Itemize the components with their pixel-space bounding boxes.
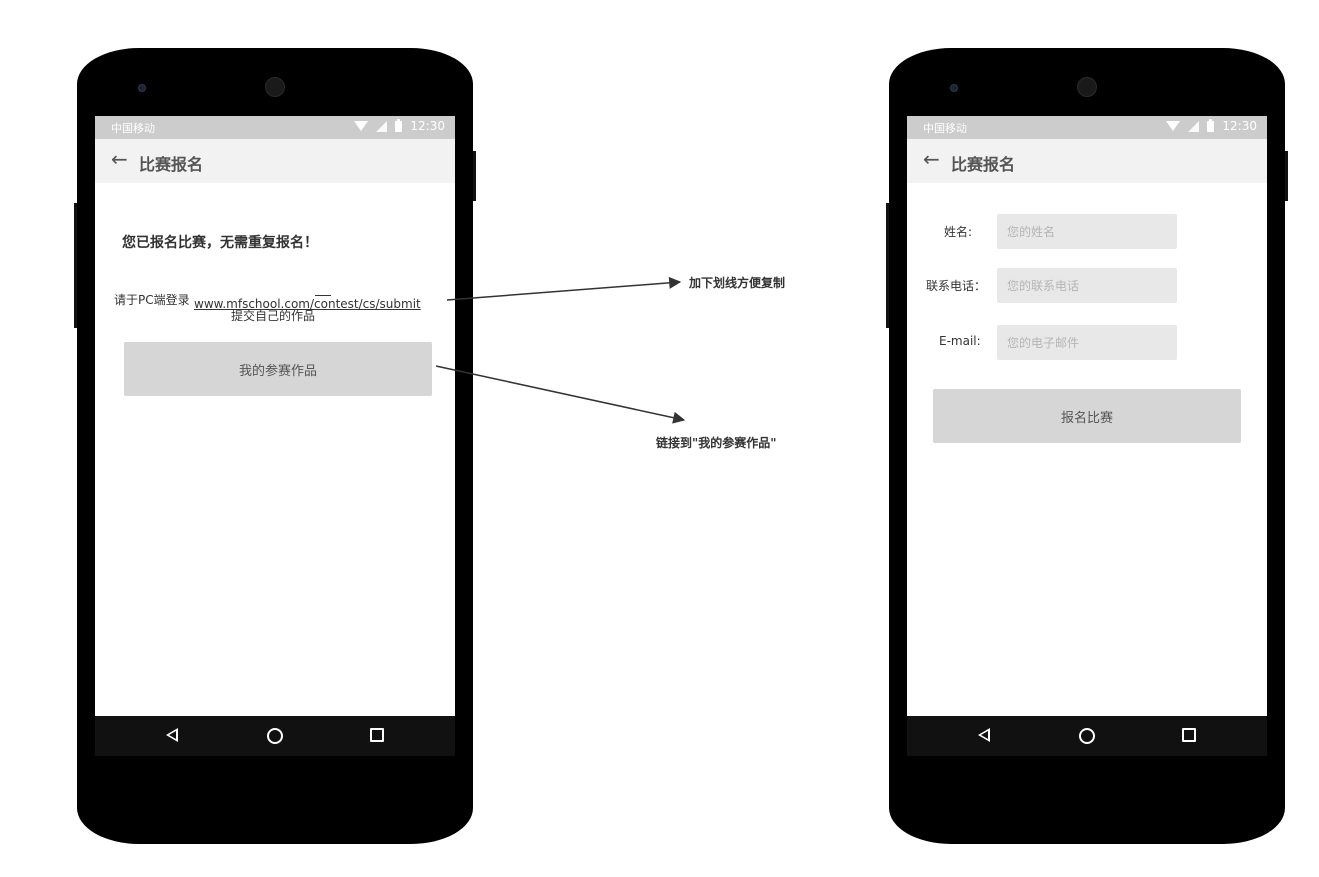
arrow-to-link-note	[435, 365, 686, 424]
arrow-to-underline-note	[446, 276, 682, 301]
annotation-underline-note: 加下划线方便复制	[689, 276, 786, 290]
annotation-link-note: 链接到"我的参赛作品"	[656, 436, 777, 450]
